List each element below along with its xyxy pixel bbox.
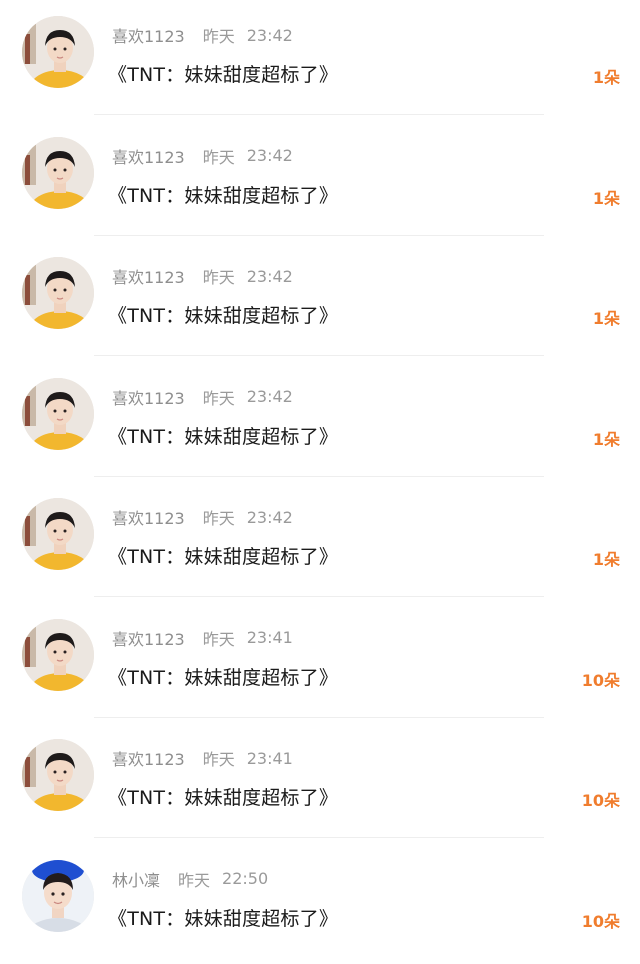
comment-day: 昨天 xyxy=(203,264,235,288)
comment-day: 昨天 xyxy=(203,746,235,770)
book-title[interactable]: 《TNT：妹妹甜度超标了》 xyxy=(108,904,338,931)
book-title[interactable]: 《TNT：妹妹甜度超标了》 xyxy=(108,60,338,87)
username[interactable]: 喜欢1123 xyxy=(112,23,185,47)
comment-time: 23:42 xyxy=(247,387,293,406)
divider xyxy=(94,596,544,597)
divider xyxy=(94,717,544,718)
comment-time: 23:41 xyxy=(247,749,293,768)
boy-yellow-shirt-avatar-icon xyxy=(22,137,94,209)
avatar[interactable] xyxy=(22,860,94,932)
username[interactable]: 喜欢1123 xyxy=(112,505,185,529)
comment-list: 喜欢1123 昨天 23:42 《TNT：妹妹甜度超标了》 1朵 喜欢112 xyxy=(0,0,640,964)
comment-time: 23:41 xyxy=(247,628,293,647)
comment-meta: 喜欢1123 昨天 23:42 xyxy=(112,386,293,408)
avatar[interactable] xyxy=(22,619,94,691)
username[interactable]: 喜欢1123 xyxy=(112,626,185,650)
boy-yellow-shirt-avatar-icon xyxy=(22,378,94,450)
book-title[interactable]: 《TNT：妹妹甜度超标了》 xyxy=(108,542,338,569)
comment-day: 昨天 xyxy=(203,505,235,529)
comment-time: 22:50 xyxy=(222,869,268,888)
comment-meta: 喜欢1123 昨天 23:42 xyxy=(112,24,293,46)
comment-meta: 喜欢1123 昨天 23:41 xyxy=(112,747,293,769)
comment-meta: 林小凜 昨天 22:50 xyxy=(112,868,268,890)
book-title[interactable]: 《TNT：妹妹甜度超标了》 xyxy=(108,301,338,328)
comment-time: 23:42 xyxy=(247,508,293,527)
list-item[interactable]: 喜欢1123 昨天 23:42 《TNT：妹妹甜度超标了》 1朵 xyxy=(0,241,640,362)
list-item[interactable]: 喜欢1123 昨天 23:42 《TNT：妹妹甜度超标了》 1朵 xyxy=(0,121,640,242)
comment-meta: 喜欢1123 昨天 23:42 xyxy=(112,265,293,287)
comment-day: 昨天 xyxy=(203,385,235,409)
divider xyxy=(94,355,544,356)
comment-meta: 喜欢1123 昨天 23:42 xyxy=(112,145,293,167)
boy-yellow-shirt-avatar-icon xyxy=(22,257,94,329)
comment-time: 23:42 xyxy=(247,26,293,45)
list-item[interactable]: 喜欢1123 昨天 23:41 《TNT：妹妹甜度超标了》 10朵 xyxy=(0,603,640,724)
boy-yellow-shirt-avatar-icon xyxy=(22,16,94,88)
flower-count: 10朵 xyxy=(582,908,620,932)
avatar[interactable] xyxy=(22,137,94,209)
comment-time: 23:42 xyxy=(247,267,293,286)
flower-count: 1朵 xyxy=(593,185,620,209)
flower-count: 10朵 xyxy=(582,667,620,691)
flower-count: 1朵 xyxy=(593,426,620,450)
avatar[interactable] xyxy=(22,378,94,450)
comment-time: 23:42 xyxy=(247,146,293,165)
comment-day: 昨天 xyxy=(178,867,210,891)
book-title[interactable]: 《TNT：妹妹甜度超标了》 xyxy=(108,181,338,208)
boy-yellow-shirt-avatar-icon xyxy=(22,739,94,811)
list-item[interactable]: 喜欢1123 昨天 23:42 《TNT：妹妹甜度超标了》 1朵 xyxy=(0,482,640,603)
list-item[interactable]: 喜欢1123 昨天 23:41 《TNT：妹妹甜度超标了》 10朵 xyxy=(0,723,640,844)
divider xyxy=(94,476,544,477)
divider xyxy=(94,235,544,236)
boy-yellow-shirt-avatar-icon xyxy=(22,498,94,570)
comment-meta: 喜欢1123 昨天 23:42 xyxy=(112,506,293,528)
comment-day: 昨天 xyxy=(203,23,235,47)
boy-blue-background-avatar-icon xyxy=(22,860,94,932)
username[interactable]: 喜欢1123 xyxy=(112,144,185,168)
boy-yellow-shirt-avatar-icon xyxy=(22,619,94,691)
flower-count: 1朵 xyxy=(593,64,620,88)
username[interactable]: 喜欢1123 xyxy=(112,385,185,409)
book-title[interactable]: 《TNT：妹妹甜度超标了》 xyxy=(108,663,338,690)
divider xyxy=(94,114,544,115)
comment-meta: 喜欢1123 昨天 23:41 xyxy=(112,627,293,649)
book-title[interactable]: 《TNT：妹妹甜度超标了》 xyxy=(108,783,338,810)
list-item[interactable]: 林小凜 昨天 22:50 《TNT：妹妹甜度超标了》 10朵 xyxy=(0,844,640,964)
divider xyxy=(94,837,544,838)
avatar[interactable] xyxy=(22,257,94,329)
avatar[interactable] xyxy=(22,498,94,570)
avatar[interactable] xyxy=(22,739,94,811)
flower-count: 1朵 xyxy=(593,305,620,329)
book-title[interactable]: 《TNT：妹妹甜度超标了》 xyxy=(108,422,338,449)
list-item[interactable]: 喜欢1123 昨天 23:42 《TNT：妹妹甜度超标了》 1朵 xyxy=(0,362,640,483)
comment-day: 昨天 xyxy=(203,144,235,168)
username[interactable]: 林小凜 xyxy=(112,867,160,891)
flower-count: 10朵 xyxy=(582,787,620,811)
comment-day: 昨天 xyxy=(203,626,235,650)
username[interactable]: 喜欢1123 xyxy=(112,264,185,288)
avatar[interactable] xyxy=(22,16,94,88)
flower-count: 1朵 xyxy=(593,546,620,570)
list-item[interactable]: 喜欢1123 昨天 23:42 《TNT：妹妹甜度超标了》 1朵 xyxy=(0,0,640,121)
username[interactable]: 喜欢1123 xyxy=(112,746,185,770)
